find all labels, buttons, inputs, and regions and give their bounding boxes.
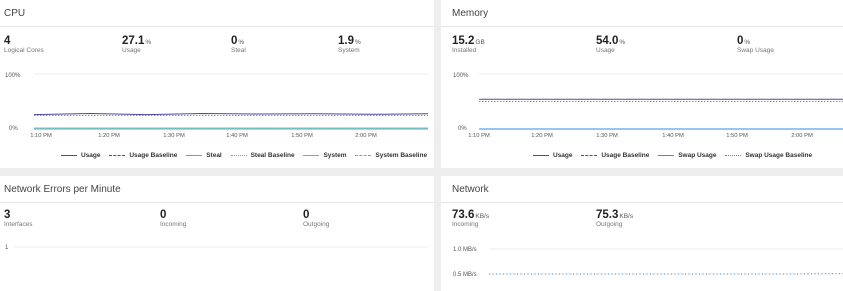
cpu-x-tick-0: 1:10 PM <box>30 133 52 139</box>
memory-x-tick-3: 1:40 PM <box>662 133 684 139</box>
network-y-mid-label: 0.5 MB/s <box>453 272 477 278</box>
network-y-top-label: 1.0 MB/s <box>453 247 477 253</box>
memory-x-tick-4: 1:50 PM <box>726 133 748 139</box>
cpu-legend-usage-baseline[interactable]: Usage Baseline <box>109 152 177 159</box>
cpu-x-tick-5: 2:00 PM <box>355 133 377 139</box>
line-swatch-icon <box>61 155 77 156</box>
cpu-legend-system-baseline[interactable]: System Baseline <box>355 152 427 159</box>
memory-legend-swap-usage[interactable]: Swap Usage <box>658 152 717 159</box>
memory-y-bottom-label: 0% <box>458 126 467 132</box>
memory-panel: Memory 15.2GB Installed 54.0% Usage 0% S… <box>441 0 843 168</box>
dotted-swatch-icon <box>230 155 247 156</box>
cpu-legend-steal[interactable]: Steal <box>186 152 222 159</box>
cpu-x-tick-3: 1:40 PM <box>226 133 248 139</box>
dotted-swatch-icon <box>725 155 742 156</box>
cpu-legend: Usage Usage Baseline Steal Steal Baselin… <box>61 151 434 159</box>
cpu-y-bottom-label: 0% <box>9 126 18 132</box>
memory-y-top-label: 100% <box>453 73 469 79</box>
line-swatch-icon <box>658 155 675 156</box>
network-errors-panel: Network Errors per Minute 3 Interfaces 0… <box>0 176 434 291</box>
cpu-legend-usage[interactable]: Usage <box>61 152 101 159</box>
memory-legend-usage[interactable]: Usage <box>533 152 573 159</box>
cpu-x-tick-1: 1:20 PM <box>98 133 120 139</box>
cpu-legend-system[interactable]: System <box>303 152 347 159</box>
memory-x-tick-5: 2:00 PM <box>791 133 813 139</box>
memory-legend: Usage Usage Baseline Swap Usage Swap Usa… <box>533 151 819 159</box>
memory-legend-swap-baseline[interactable]: Swap Usage Baseline <box>725 152 812 159</box>
memory-x-tick-2: 1:30 PM <box>596 133 618 139</box>
memory-x-tick-0: 1:10 PM <box>468 133 490 139</box>
cpu-panel: CPU 4 Logical Cores 27.1% Usage 0% Steal… <box>0 0 434 168</box>
network-chart: 1.0 MB/s 0.5 MB/s <box>453 247 843 278</box>
cpu-x-tick-2: 1:30 PM <box>163 133 185 139</box>
network-errors-y-top-label: 1 <box>5 245 9 251</box>
network-panel: Network 73.6KB/s Incoming 75.3KB/s Outgo… <box>441 176 843 291</box>
memory-legend-usage-baseline[interactable]: Usage Baseline <box>581 152 649 159</box>
dashed-swatch-icon <box>581 155 598 156</box>
line-swatch-icon <box>186 155 203 156</box>
line-swatch-icon <box>303 155 320 156</box>
memory-x-tick-1: 1:20 PM <box>531 133 553 139</box>
network-errors-chart: 1 <box>5 245 428 251</box>
dashed-swatch-icon <box>109 155 126 156</box>
cpu-x-tick-4: 1:50 PM <box>291 133 313 139</box>
cpu-chart: 100% 0% 1:10 PM 1:20 PM 1:30 PM 1:40 PM … <box>5 73 429 139</box>
cpu-y-top-label: 100% <box>5 73 21 79</box>
series-line-usage <box>33 112 429 116</box>
memory-chart: 100% 0% 1:10 PM 1:20 PM 1:30 PM 1:40 PM … <box>453 73 843 139</box>
cpu-legend-steal-baseline[interactable]: Steal Baseline <box>230 152 295 159</box>
dashed-swatch-icon <box>355 155 372 156</box>
line-swatch-icon <box>533 155 549 156</box>
